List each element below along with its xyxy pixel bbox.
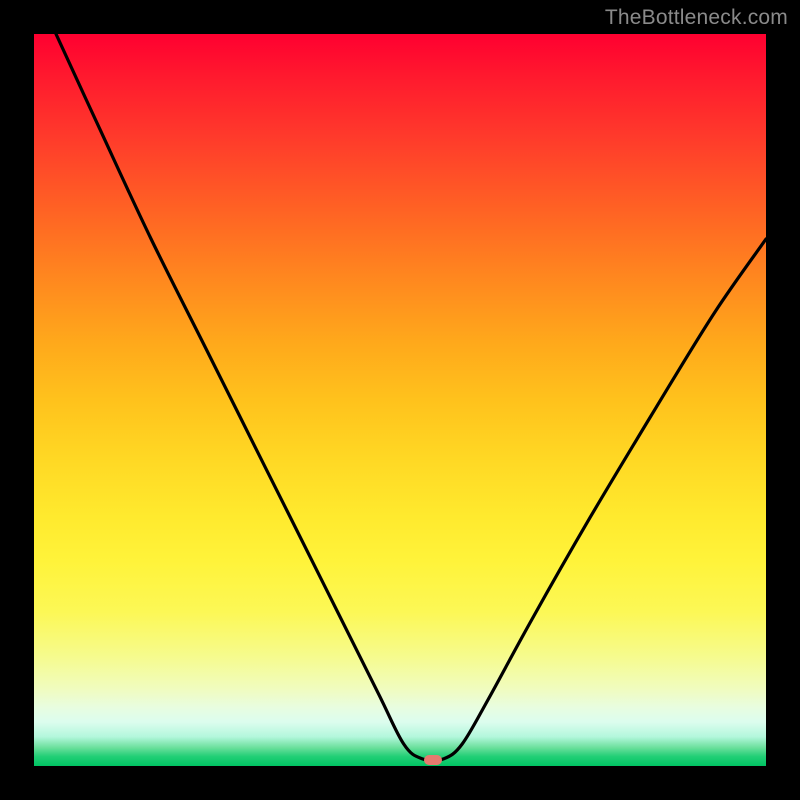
- optimal-point-marker: [424, 755, 442, 765]
- bottleneck-curve: [34, 34, 766, 766]
- plot-area: [34, 34, 766, 766]
- watermark-text: TheBottleneck.com: [605, 6, 788, 30]
- chart-frame: TheBottleneck.com: [0, 0, 800, 800]
